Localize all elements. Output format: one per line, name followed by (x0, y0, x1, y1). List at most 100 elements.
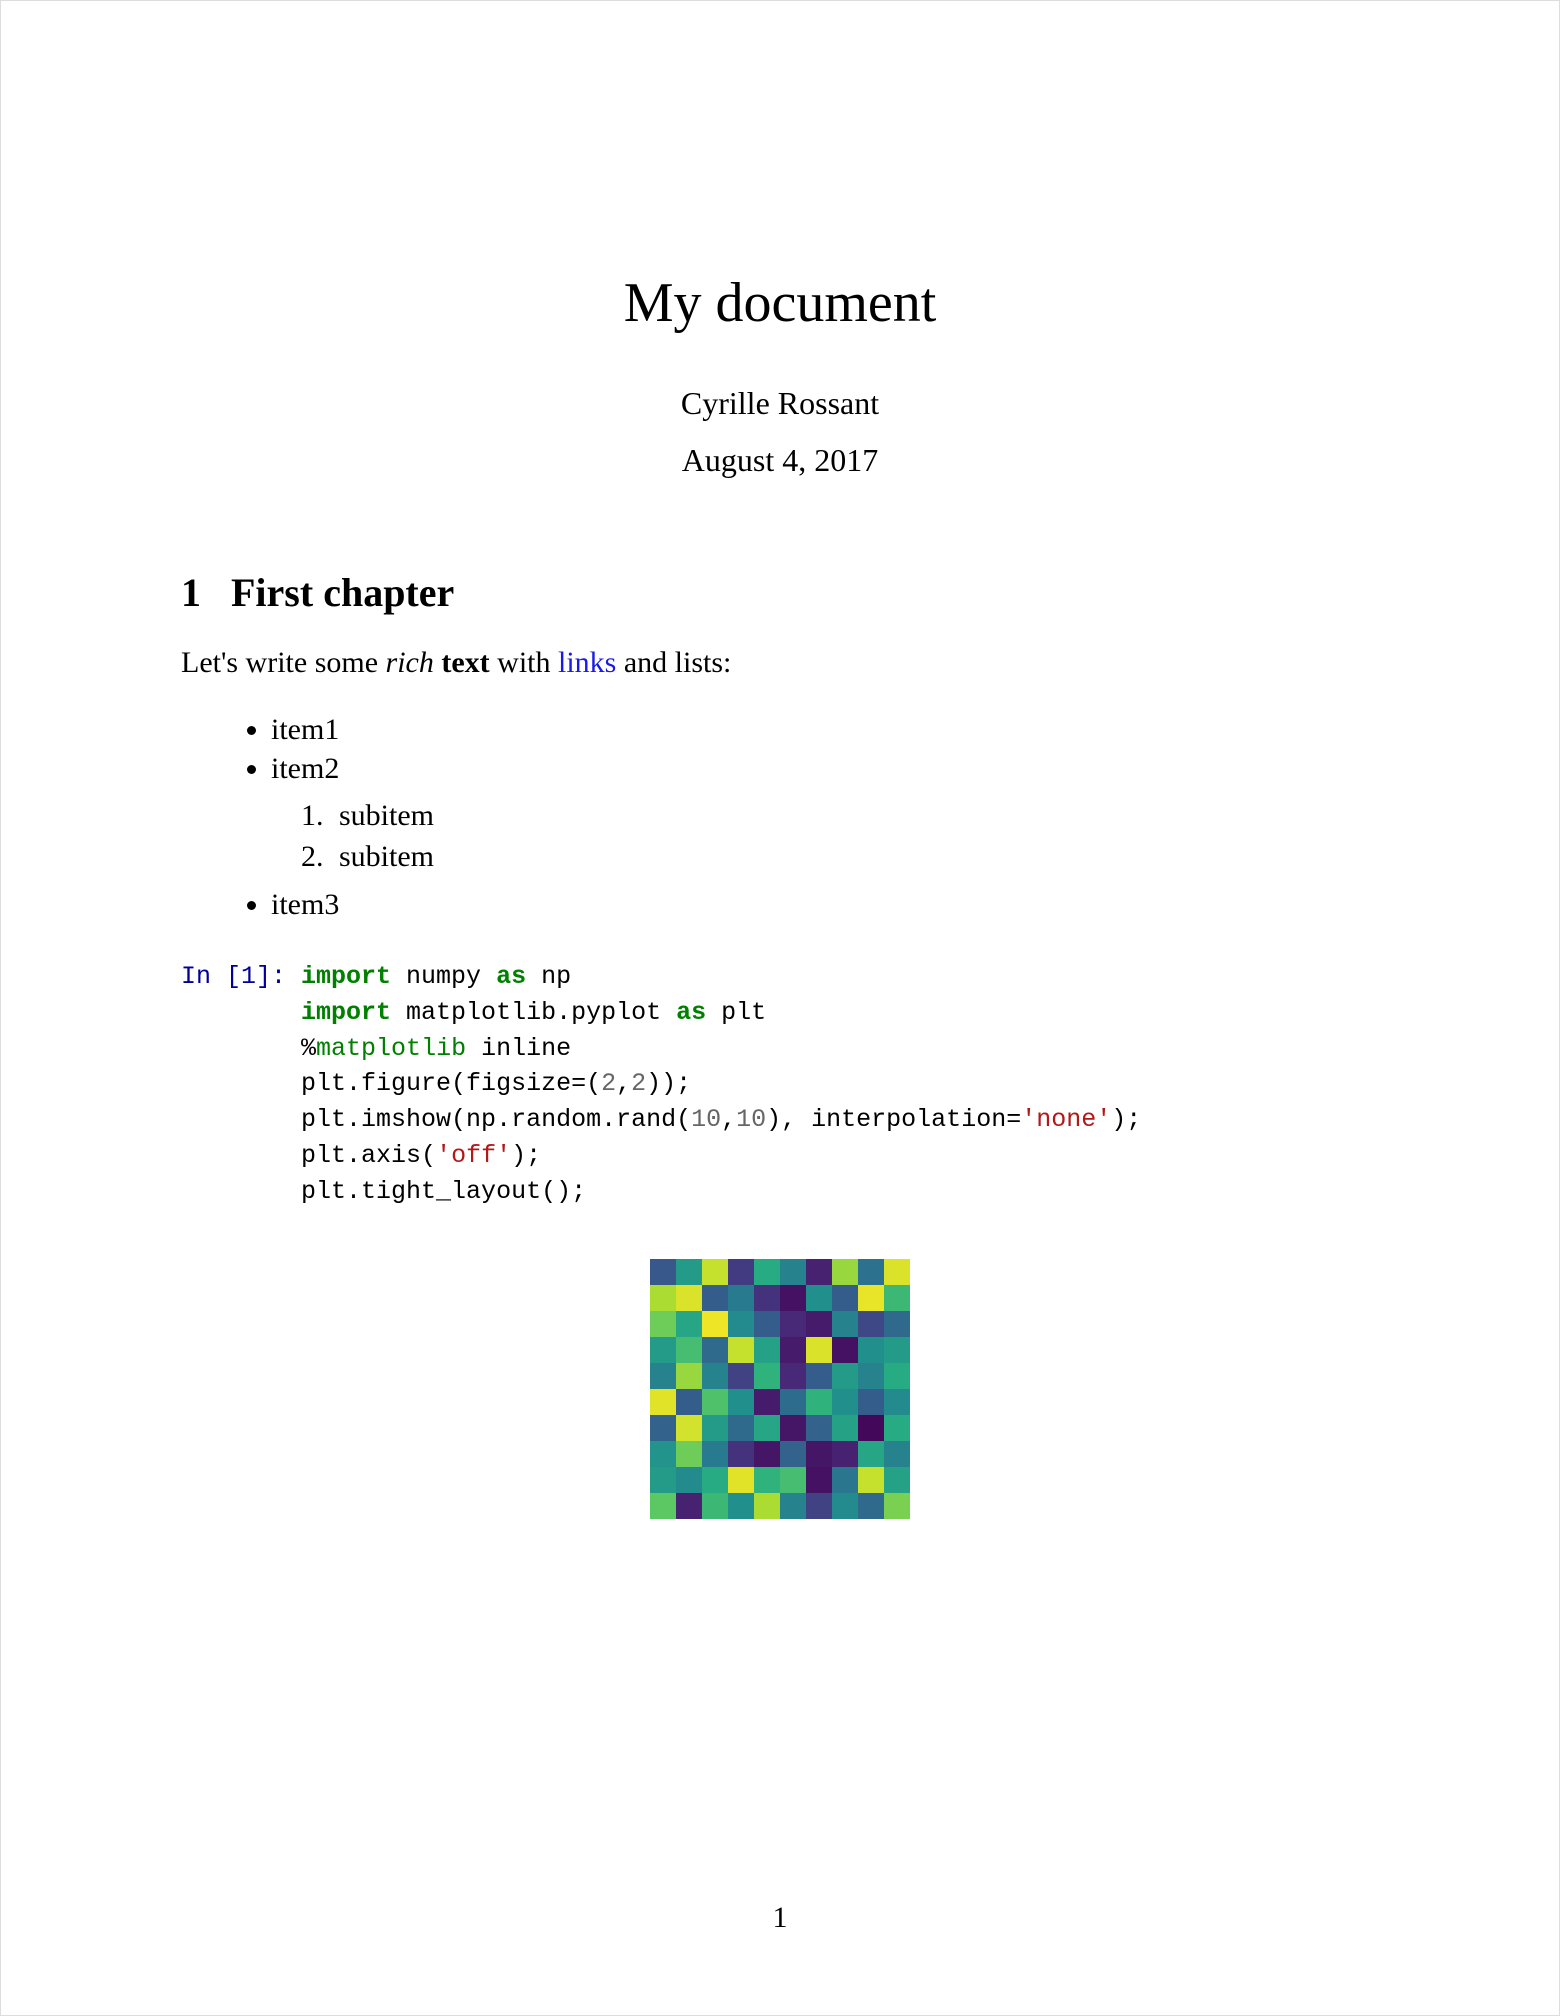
heatmap-cell (676, 1285, 702, 1311)
heatmap-cell (884, 1441, 910, 1467)
heatmap-cell (780, 1337, 806, 1363)
heatmap-cell (806, 1337, 832, 1363)
heatmap-cell (858, 1285, 884, 1311)
num: 2 (601, 1069, 616, 1098)
heatmap-cell (858, 1259, 884, 1285)
heatmap-cell (702, 1467, 728, 1493)
document-date: August 4, 2017 (181, 442, 1379, 479)
code-indent (181, 1141, 301, 1170)
heatmap-cell (728, 1337, 754, 1363)
heatmap-cell (728, 1311, 754, 1337)
heatmap-cell (754, 1285, 780, 1311)
top-list: item1 item2 subitem subitem item3 (271, 710, 1379, 924)
heatmap-cell (832, 1389, 858, 1415)
code-text: inline (466, 1034, 571, 1063)
heatmap-cell (884, 1337, 910, 1363)
sub-list: subitem subitem (331, 796, 1379, 877)
heatmap-cell (676, 1389, 702, 1415)
section-title: First chapter (231, 570, 454, 615)
code-indent (181, 1034, 301, 1063)
heatmap-cell (702, 1285, 728, 1311)
code-text: ); (511, 1141, 541, 1170)
code-text: plt.figure(figsize=( (301, 1069, 601, 1098)
intro-link[interactable]: links (558, 646, 616, 679)
heatmap-cell (780, 1467, 806, 1493)
list-item: item3 (271, 885, 1379, 924)
heatmap-cell (806, 1415, 832, 1441)
heatmap-cell (728, 1415, 754, 1441)
heatmap-cell (832, 1259, 858, 1285)
sub-list-item: subitem (331, 837, 1379, 878)
heatmap-cell (728, 1285, 754, 1311)
heatmap-cell (650, 1441, 676, 1467)
heatmap-cell (884, 1493, 910, 1519)
list-item-label: item2 (271, 752, 339, 785)
kw-as: as (676, 998, 706, 1027)
heatmap-cell (754, 1415, 780, 1441)
heatmap-cell (832, 1285, 858, 1311)
page-content: My document Cyrille Rossant August 4, 20… (1, 1, 1559, 1619)
document-title: My document (181, 271, 1379, 335)
code-text: plt.axis( (301, 1141, 436, 1170)
heatmap-cell (806, 1311, 832, 1337)
heatmap-cell (702, 1337, 728, 1363)
heatmap-cell (884, 1311, 910, 1337)
heatmap-cell (832, 1493, 858, 1519)
code-text: plt.tight_layout(); (301, 1177, 586, 1206)
heatmap-cell (832, 1363, 858, 1389)
heatmap-cell (754, 1363, 780, 1389)
intro-bold: text (441, 646, 489, 679)
heatmap-cell (754, 1441, 780, 1467)
heatmap-cell (780, 1493, 806, 1519)
code-text: np (526, 962, 571, 991)
num: 10 (736, 1105, 766, 1134)
code-text: )); (646, 1069, 691, 1098)
code-prompt: In [1]: (181, 962, 301, 991)
list-item-label: item3 (271, 888, 339, 921)
heatmap-cell (754, 1259, 780, 1285)
heatmap-cell (650, 1363, 676, 1389)
intro-suffix: and lists: (616, 646, 731, 679)
intro-prefix: Let's write some (181, 646, 386, 679)
heatmap-cell (728, 1389, 754, 1415)
heatmap-cell (650, 1415, 676, 1441)
list-item: item1 (271, 710, 1379, 749)
str: 'none' (1021, 1105, 1111, 1134)
heatmap-cell (676, 1337, 702, 1363)
num: 10 (691, 1105, 721, 1134)
heatmap-cell (754, 1311, 780, 1337)
heatmap-cell (806, 1259, 832, 1285)
heatmap-cell (832, 1337, 858, 1363)
section-heading: 1First chapter (181, 569, 1379, 616)
heatmap-cell (884, 1415, 910, 1441)
heatmap-cell (676, 1467, 702, 1493)
heatmap-cell (884, 1259, 910, 1285)
code-text: , (616, 1069, 631, 1098)
heatmap-cell (832, 1441, 858, 1467)
heatmap-cell (858, 1467, 884, 1493)
code-text: plt (706, 998, 766, 1027)
heatmap-cell (780, 1415, 806, 1441)
heatmap-cell (754, 1467, 780, 1493)
kw-as: as (496, 962, 526, 991)
heatmap-cell (858, 1441, 884, 1467)
heatmap-cell (806, 1441, 832, 1467)
code-indent (181, 998, 301, 1027)
heatmap-cell (676, 1259, 702, 1285)
intro-paragraph: Let's write some rich text with links an… (181, 646, 1379, 680)
code-text: , (721, 1105, 736, 1134)
heatmap-cell (702, 1389, 728, 1415)
heatmap-cell (806, 1467, 832, 1493)
heatmap-cell (884, 1389, 910, 1415)
heatmap-cell (780, 1441, 806, 1467)
heatmap-cell (780, 1389, 806, 1415)
kw-import: import (301, 962, 391, 991)
output-heatmap (650, 1259, 910, 1519)
heatmap-cell (650, 1467, 676, 1493)
code-indent (181, 1069, 301, 1098)
heatmap-cell (650, 1311, 676, 1337)
heatmap-cell (702, 1415, 728, 1441)
heatmap-cell (780, 1311, 806, 1337)
document-author: Cyrille Rossant (181, 385, 1379, 422)
heatmap-cell (858, 1311, 884, 1337)
